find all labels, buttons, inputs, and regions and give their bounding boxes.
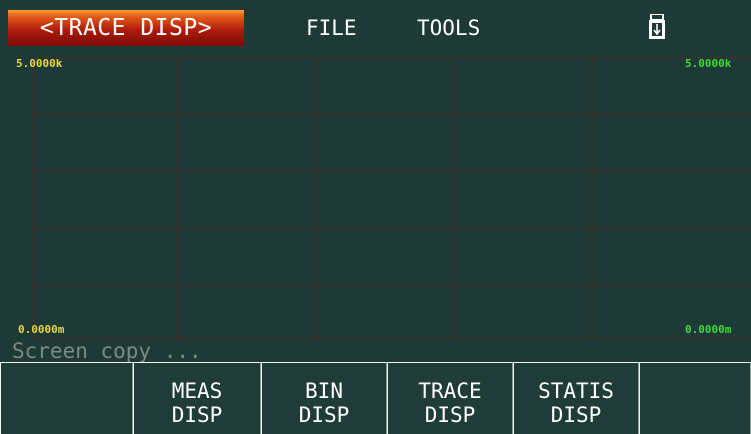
trace-plot-area xyxy=(8,52,751,342)
y-axis-min-right: 0.0000m xyxy=(685,323,732,336)
softkey-label-line2: DISP xyxy=(550,403,602,427)
y-axis-max-left: 5.0000k xyxy=(16,57,63,70)
softkey-label-line1: BIN xyxy=(305,379,343,403)
menu-file[interactable]: FILE xyxy=(306,10,357,46)
y-axis-min-left: 0.0000m xyxy=(18,323,65,336)
softkey-bin-disp[interactable]: BIN DISP xyxy=(261,362,387,434)
menu-tools[interactable]: TOOLS xyxy=(417,10,480,46)
softkey-6[interactable] xyxy=(639,362,751,434)
y-axis-max-right: 5.0000k xyxy=(685,57,732,70)
softkey-trace-disp[interactable]: TRACE DISP xyxy=(387,362,513,434)
softkey-meas-disp[interactable]: MEAS DISP xyxy=(133,362,261,434)
tab-trace-disp[interactable]: <TRACE DISP> xyxy=(8,10,244,46)
softkey-bar: MEAS DISP BIN DISP TRACE DISP STATIS DIS… xyxy=(0,362,751,434)
top-menu-bar: <TRACE DISP> FILE TOOLS xyxy=(0,0,751,52)
softkey-label-line1: MEAS xyxy=(171,379,223,403)
softkey-1[interactable] xyxy=(0,362,133,434)
trace-grid xyxy=(32,57,751,340)
softkey-label-line2: DISP xyxy=(298,403,350,427)
softkey-label-line1: STATIS xyxy=(538,379,614,403)
softkey-label-line2: DISP xyxy=(171,403,223,427)
softkey-label-line1: TRACE xyxy=(418,379,482,403)
instrument-screen: <TRACE DISP> FILE TOOLS 5.0000k 0.0000m … xyxy=(0,0,751,434)
softkey-statis-disp[interactable]: STATIS DISP xyxy=(513,362,639,434)
usb-drive-icon xyxy=(649,14,665,39)
status-message: Screen copy ... xyxy=(12,339,202,363)
softkey-label-line2: DISP xyxy=(424,403,476,427)
